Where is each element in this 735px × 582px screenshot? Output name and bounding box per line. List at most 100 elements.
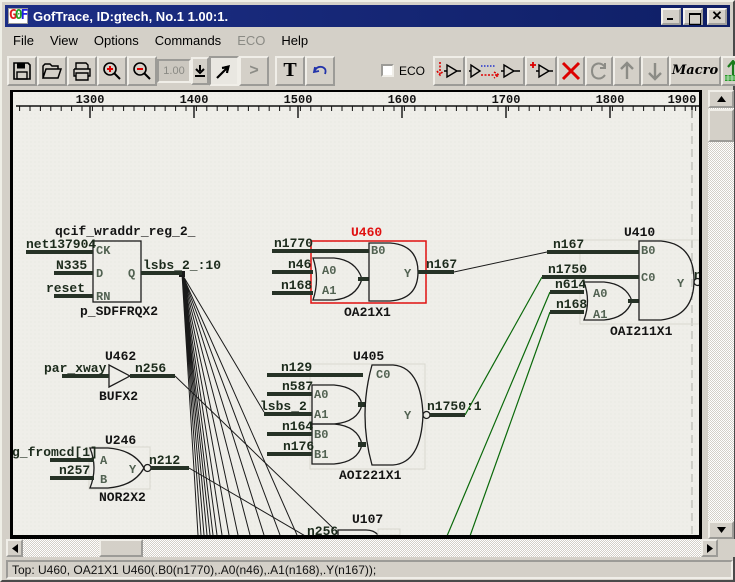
text-tool-button[interactable]: T — [275, 56, 305, 86]
pin-label: C0 — [376, 368, 390, 382]
app-logo-icon: G0F — [8, 8, 28, 24]
gate-u410[interactable]: U410 n167 n1750 n614 n168 n: B0 C0 A0 A1… — [542, 225, 699, 339]
load-zoom-button[interactable] — [191, 57, 209, 85]
window-title: GofTrace, ID:gtech, No.1 1.00:1. — [33, 9, 659, 24]
net-label[interactable]: reset — [46, 281, 85, 296]
scroll-left-button[interactable] — [6, 539, 23, 557]
eco-mode-toggle[interactable]: ECO — [381, 64, 425, 78]
zoom-in-icon — [102, 61, 122, 81]
net-label[interactable]: n167 — [426, 257, 457, 272]
add-gate-icon — [528, 60, 554, 82]
schematic-canvas[interactable]: 1300140015001600170018001900 qcif_ — [10, 90, 702, 539]
net-label[interactable]: n129 — [281, 360, 312, 375]
menu-options[interactable]: Options — [86, 30, 147, 51]
eco-checkbox[interactable] — [381, 64, 394, 77]
net-label[interactable]: net137904 — [26, 237, 96, 252]
net-label[interactable]: n257 — [59, 463, 90, 478]
pin-label: B0 — [371, 244, 385, 258]
pointer-tool-button[interactable] — [209, 56, 239, 86]
print-button[interactable] — [67, 56, 97, 86]
pin-label: Y — [129, 463, 137, 477]
gate-u460[interactable]: U460 n1770 n46 n168 n167 B0 A0 A1 Y OA21… — [272, 225, 457, 320]
chevron-tool-button[interactable]: > — [239, 56, 269, 86]
titlebar: G0F GofTrace, ID:gtech, No.1 1.00:1. ✕ — [5, 5, 730, 27]
menu-file[interactable]: File — [5, 30, 42, 51]
net-label[interactable]: lsbs_2 — [260, 399, 307, 414]
maximize-button[interactable] — [683, 8, 703, 25]
undo-button[interactable] — [305, 56, 335, 86]
net-label[interactable]: n1750:1 — [427, 399, 482, 414]
move-down-button[interactable] — [641, 56, 669, 86]
menu-help[interactable]: Help — [273, 30, 316, 51]
zoom-out-button[interactable] — [127, 56, 157, 86]
vertical-scroll-thumb[interactable] — [708, 109, 734, 142]
net-label[interactable]: n256 — [307, 524, 338, 535]
gate-u462[interactable]: U462 par_xway n256 BUFX2 — [44, 349, 175, 404]
up-triangle-icon — [717, 96, 726, 102]
rotate-button[interactable] — [585, 56, 613, 86]
net-label[interactable]: n167 — [553, 237, 584, 252]
minimize-button[interactable] — [661, 8, 681, 25]
close-button[interactable]: ✕ — [707, 8, 727, 25]
net-label[interactable]: n1750 — [548, 262, 587, 277]
net-label[interactable]: n1770 — [274, 236, 313, 251]
save-icon — [12, 61, 32, 81]
zoom-out-icon — [132, 61, 152, 81]
net-label[interactable]: n164 — [282, 419, 313, 434]
gate-u405[interactable]: U405 n129 n587 lsbs_2 n164 n176 n1750:1 … — [260, 349, 482, 483]
scroll-right-button[interactable] — [701, 539, 718, 557]
cell-label: OAI211X1 — [610, 324, 673, 339]
horizontal-scroll-thumb[interactable] — [99, 539, 143, 557]
gate-u246[interactable]: U246 g_fromcd[1] n257 n212 A B Y NOR2X2 — [13, 433, 189, 505]
instance-label: U410 — [624, 225, 655, 240]
net-label[interactable]: n176 — [283, 439, 314, 454]
insert-gate-icon — [436, 60, 462, 82]
move-up-button[interactable] — [613, 56, 641, 86]
menu-commands[interactable]: Commands — [147, 30, 229, 51]
save-button[interactable] — [7, 56, 37, 86]
horizontal-scrollbar[interactable] — [6, 539, 718, 557]
pin-label: B0 — [314, 428, 328, 442]
pin-label: D — [96, 267, 103, 281]
net-traces-black[interactable] — [175, 252, 547, 535]
connect-gates-icon — [468, 60, 522, 82]
macro-button[interactable]: Macro — [669, 56, 721, 86]
net-label[interactable]: n: — [694, 268, 699, 283]
net-label[interactable]: n256 — [135, 361, 166, 376]
scroll-up-button[interactable] — [708, 90, 734, 108]
net-label[interactable]: n46 — [288, 257, 312, 272]
move-down-icon — [647, 61, 663, 81]
undo-icon — [311, 63, 329, 79]
scrollbar-corner — [718, 539, 735, 557]
pin-label: A1 — [314, 408, 328, 422]
connect-gates-button[interactable] — [465, 56, 525, 86]
net-label[interactable]: n168 — [281, 278, 312, 293]
instance-label: U460 — [351, 225, 382, 240]
net-label[interactable]: lsbs_2_:10 — [143, 258, 221, 273]
down-arrow-icon — [194, 64, 206, 78]
gate-u107[interactable]: U107 n256 — [307, 512, 400, 535]
scroll-down-button[interactable] — [708, 521, 734, 539]
pin-label: A — [100, 454, 108, 468]
net-label[interactable]: n614 — [555, 277, 586, 292]
insert-gate-button[interactable] — [433, 56, 465, 86]
net-label[interactable]: n212 — [149, 453, 180, 468]
pin-label: C0 — [641, 271, 655, 285]
menubar: File View Options Commands ECO Help — [5, 29, 730, 51]
delete-icon — [561, 61, 581, 81]
net-label[interactable]: N335 — [56, 258, 87, 273]
net-label[interactable]: n587 — [282, 379, 313, 394]
open-button[interactable] — [37, 56, 67, 86]
net-label[interactable]: n168 — [556, 297, 587, 312]
net-label[interactable]: par_xway — [44, 361, 107, 376]
run-eco-button[interactable] — [721, 56, 735, 86]
zoom-in-button[interactable] — [97, 56, 127, 86]
vertical-scrollbar[interactable] — [708, 90, 734, 539]
net-label[interactable]: g_fromcd[1] — [13, 445, 98, 460]
pin-label: A1 — [322, 284, 336, 298]
menu-view[interactable]: View — [42, 30, 86, 51]
instance-label: U107 — [352, 512, 383, 527]
zoom-level-field: 1.00 — [157, 59, 191, 83]
delete-button[interactable] — [557, 56, 585, 86]
add-gate-button[interactable] — [525, 56, 557, 86]
